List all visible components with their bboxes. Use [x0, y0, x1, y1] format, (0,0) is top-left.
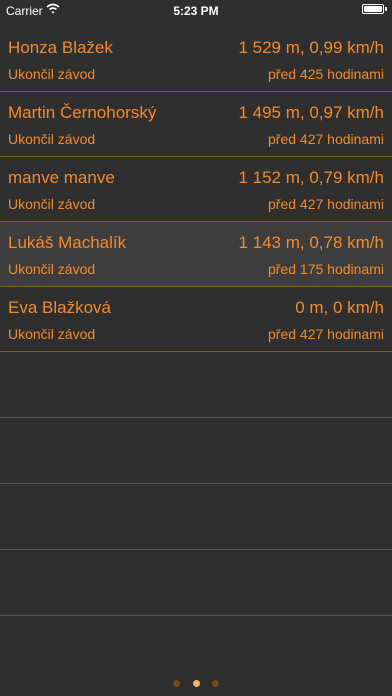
racer-name: Lukáš Machalík: [8, 233, 127, 252]
race-status: Ukončil závod: [8, 131, 96, 147]
status-time: 5:23 PM: [173, 4, 219, 18]
race-status: Ukončil závod: [8, 326, 96, 342]
time-ago: před 425 hodinami: [268, 66, 384, 82]
time-ago: před 427 hodinami: [268, 196, 384, 212]
racer-name: manve manve: [8, 168, 115, 187]
distance-speed: 1 529 m, 0,99 km/h: [238, 38, 384, 57]
time-ago: před 427 hodinami: [268, 326, 384, 342]
result-row[interactable]: Honza Blažek 1 529 m, 0,99 km/h Ukončil …: [0, 27, 392, 92]
racer-name: Honza Blažek: [8, 38, 113, 57]
result-row[interactable]: Eva Blažková 0 m, 0 km/h Ukončil závod p…: [0, 287, 392, 352]
page-dot[interactable]: [173, 680, 181, 687]
empty-row: [0, 550, 392, 616]
page-dot[interactable]: [211, 680, 219, 687]
race-status: Ukončil závod: [8, 261, 96, 277]
status-bar: Carrier 5:23 PM: [0, 0, 392, 22]
empty-row: [0, 352, 392, 418]
battery-icon: [362, 4, 387, 14]
distance-speed: 1 495 m, 0,97 km/h: [238, 103, 384, 122]
race-status: Ukončil závod: [8, 196, 96, 212]
racer-name: Martin Černohorský: [8, 103, 157, 122]
result-row[interactable]: Martin Černohorský 1 495 m, 0,97 km/h Uk…: [0, 92, 392, 157]
page-dot-active[interactable]: [192, 680, 200, 687]
empty-row: [0, 484, 392, 550]
time-ago: před 175 hodinami: [268, 261, 384, 277]
empty-row: [0, 418, 392, 484]
page-control[interactable]: [0, 674, 392, 692]
distance-speed: 0 m, 0 km/h: [295, 298, 384, 317]
time-ago: před 427 hodinami: [268, 131, 384, 147]
distance-speed: 1 143 m, 0,78 km/h: [238, 233, 384, 252]
race-status: Ukončil závod: [8, 66, 96, 82]
distance-speed: 1 152 m, 0,79 km/h: [238, 168, 384, 187]
racer-name: Eva Blažková: [8, 298, 111, 317]
result-row[interactable]: manve manve 1 152 m, 0,79 km/h Ukončil z…: [0, 157, 392, 222]
results-list: Honza Blažek 1 529 m, 0,99 km/h Ukončil …: [0, 27, 392, 616]
result-row-selected[interactable]: Lukáš Machalík 1 143 m, 0,78 km/h Ukonči…: [0, 222, 392, 287]
